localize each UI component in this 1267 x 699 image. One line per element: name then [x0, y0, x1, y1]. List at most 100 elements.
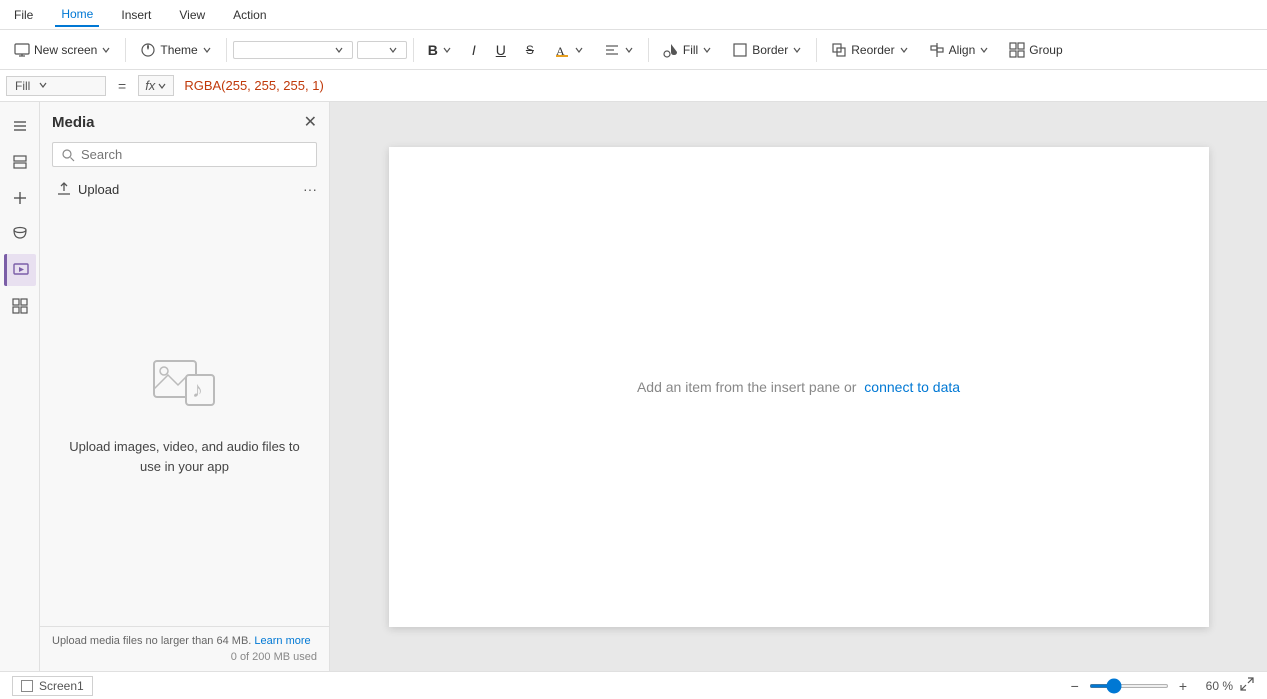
- equals-symbol: =: [112, 78, 132, 94]
- alignment-button[interactable]: [596, 38, 642, 62]
- separator-5: [816, 38, 817, 62]
- sidebar-data-button[interactable]: [4, 218, 36, 250]
- sidebar-media-button[interactable]: [4, 254, 36, 286]
- menu-item-view[interactable]: View: [173, 4, 211, 26]
- connect-to-data-link[interactable]: connect to data: [864, 379, 960, 395]
- border-icon: [732, 42, 748, 58]
- chevron-down-icon: [574, 45, 584, 55]
- chevron-down-icon: [38, 80, 48, 90]
- bottom-bar: Screen1 − + 60 %: [0, 671, 1267, 699]
- media-empty-icon: ♪: [150, 353, 220, 425]
- chevron-down-icon: [202, 45, 212, 55]
- menu-item-file[interactable]: File: [8, 4, 39, 26]
- storage-info: 0 of 200 MB used: [52, 651, 317, 663]
- chevron-down-icon: [899, 45, 909, 55]
- reorder-button[interactable]: Reorder: [823, 38, 916, 62]
- database-icon: [11, 225, 29, 243]
- chevron-down-icon: [101, 45, 111, 55]
- separator-3: [413, 38, 414, 62]
- formula-bar: Fill = fx: [0, 70, 1267, 102]
- fill-button[interactable]: Fill: [655, 38, 720, 62]
- menu-item-action[interactable]: Action: [227, 4, 272, 26]
- chevron-down-icon: [157, 81, 167, 91]
- zoom-out-button[interactable]: −: [1067, 678, 1083, 694]
- font-size-dropdown[interactable]: [357, 41, 407, 59]
- fx-button[interactable]: fx: [138, 75, 174, 96]
- chevron-down-icon: [979, 45, 989, 55]
- group-button[interactable]: Group: [1001, 38, 1070, 62]
- separator-2: [226, 38, 227, 62]
- separator-1: [125, 38, 126, 62]
- theme-icon: [140, 42, 156, 58]
- sidebar-insert-button[interactable]: [4, 182, 36, 214]
- zoom-slider[interactable]: [1089, 684, 1169, 688]
- panel-footer: Upload media files no larger than 64 MB.…: [40, 626, 329, 671]
- menu-item-home[interactable]: Home: [55, 3, 99, 27]
- underline-button[interactable]: U: [488, 38, 514, 62]
- canvas-frame[interactable]: Add an item from the insert pane or conn…: [389, 147, 1209, 627]
- border-button[interactable]: Border: [724, 38, 810, 62]
- strikethrough-button[interactable]: S: [518, 39, 542, 61]
- formula-input[interactable]: [180, 76, 1261, 95]
- chevron-down-icon: [334, 45, 344, 55]
- font-dropdown[interactable]: [233, 41, 353, 59]
- search-box: [52, 142, 317, 167]
- upload-more-button[interactable]: ···: [303, 181, 317, 197]
- sidebar-layers-button[interactable]: [4, 146, 36, 178]
- align-icon: [604, 42, 620, 58]
- expand-icon: [1239, 676, 1255, 692]
- svg-text:♪: ♪: [192, 377, 203, 402]
- reorder-icon: [831, 42, 847, 58]
- font-color-button[interactable]: A: [546, 38, 592, 62]
- align-button[interactable]: Align: [921, 38, 998, 62]
- media-empty-text: Upload images, video, and audio files to…: [60, 437, 309, 476]
- chevron-down-icon: [702, 45, 712, 55]
- screen-icon: [14, 42, 30, 58]
- learn-more-link[interactable]: Learn more: [254, 635, 310, 647]
- menu-item-insert[interactable]: Insert: [115, 4, 157, 26]
- property-selector[interactable]: Fill: [6, 76, 106, 96]
- group-icon: [1009, 42, 1025, 58]
- canvas-placeholder: Add an item from the insert pane or conn…: [637, 379, 960, 395]
- panel-header: Media ✕: [40, 102, 329, 142]
- italic-button[interactable]: I: [464, 38, 484, 62]
- media-icon: [12, 261, 30, 279]
- upload-button[interactable]: Upload: [56, 181, 119, 197]
- media-panel: Media ✕ Upload ···: [40, 102, 330, 671]
- icon-sidebar: [0, 102, 40, 671]
- chevron-down-icon: [792, 45, 802, 55]
- sidebar-menu-button[interactable]: [4, 110, 36, 142]
- new-screen-button[interactable]: New screen: [6, 38, 119, 62]
- separator-4: [648, 38, 649, 62]
- zoom-in-button[interactable]: +: [1175, 678, 1191, 694]
- screen-tab[interactable]: Screen1: [12, 676, 93, 696]
- sidebar-components-button[interactable]: [4, 290, 36, 322]
- panel-close-button[interactable]: ✕: [304, 112, 317, 132]
- hamburger-icon: [11, 117, 29, 135]
- plus-icon: [11, 189, 29, 207]
- screen-tab-icon: [21, 680, 33, 692]
- panel-title: Media: [52, 114, 95, 131]
- chevron-down-icon: [624, 45, 634, 55]
- align-objects-icon: [929, 42, 945, 58]
- upload-icon: [56, 181, 72, 197]
- fill-icon: [663, 42, 679, 58]
- zoom-controls: − + 60 %: [1067, 676, 1255, 695]
- upload-row: Upload ···: [40, 175, 329, 203]
- media-empty-state: ♪ Upload images, video, and audio files …: [40, 203, 329, 626]
- main-area: Media ✕ Upload ···: [0, 102, 1267, 671]
- theme-button[interactable]: Theme: [132, 38, 219, 62]
- chevron-down-icon: [388, 45, 398, 55]
- zoom-level: 60 %: [1197, 679, 1233, 693]
- font-color-icon: A: [554, 42, 570, 58]
- chevron-down-icon: [442, 45, 452, 55]
- layers-icon: [11, 153, 29, 171]
- canvas-area: Add an item from the insert pane or conn…: [330, 102, 1267, 671]
- search-input[interactable]: [81, 147, 308, 162]
- menu-bar: File Home Insert View Action: [0, 0, 1267, 30]
- fullscreen-button[interactable]: [1239, 676, 1255, 695]
- toolbar: New screen Theme B I U S A: [0, 30, 1267, 70]
- components-icon: [11, 297, 29, 315]
- bold-button[interactable]: B: [420, 38, 460, 62]
- search-icon: [61, 148, 75, 162]
